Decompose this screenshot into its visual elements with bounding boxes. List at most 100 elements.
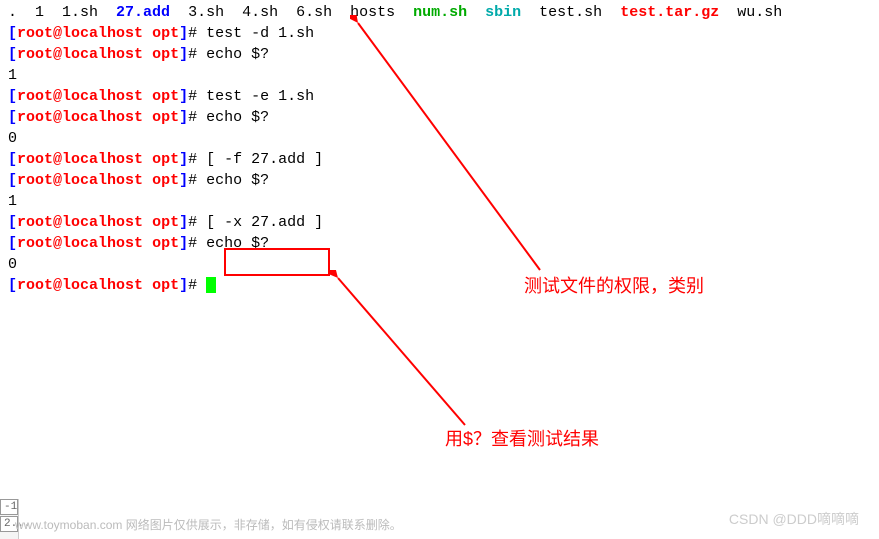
command-text: [ -f 27.add ]	[206, 151, 323, 168]
command-line: [root@localhost opt]# test -e 1.sh	[8, 86, 871, 107]
prompt-close: ]	[179, 151, 188, 168]
prompt-open: [	[8, 214, 17, 231]
output-line: 0	[8, 254, 871, 275]
prompt-open: [	[8, 235, 17, 252]
prompt-user: root	[17, 214, 53, 231]
prompt-open: [	[8, 25, 17, 42]
ls-item: test.sh	[521, 4, 620, 21]
ls-item: wu.sh	[719, 4, 782, 21]
prompt-host: localhost	[62, 214, 143, 231]
ls-item	[467, 4, 485, 21]
prompt-host: localhost	[62, 88, 143, 105]
prompt-at: @	[53, 214, 62, 231]
command-text: echo $?	[206, 46, 269, 63]
prompt-space	[143, 88, 152, 105]
output-text: 1	[8, 67, 17, 84]
prompt-close: ]	[179, 277, 188, 294]
command-text: echo $?	[206, 109, 269, 126]
command-line: [root@localhost opt]# echo $?	[8, 107, 871, 128]
prompt-user: root	[17, 151, 53, 168]
annotation-top: 测试文件的权限，类别	[524, 272, 704, 298]
command-text: test -e 1.sh	[206, 88, 314, 105]
ls-item: num.sh	[413, 4, 467, 21]
prompt-close: ]	[179, 46, 188, 63]
prompt-close: ]	[179, 25, 188, 42]
command-line: [root@localhost opt]# [ -x 27.add ]	[8, 212, 871, 233]
watermark-right: CSDN @DDD嘀嘀嘀	[729, 509, 859, 529]
command-line: [root@localhost opt]# echo $?	[8, 44, 871, 65]
prompt-hash: #	[188, 109, 206, 126]
prompt-space	[143, 151, 152, 168]
prompt-at: @	[53, 46, 62, 63]
prompt-hash: #	[188, 277, 206, 294]
command-line: [root@localhost opt]# [ -f 27.add ]	[8, 149, 871, 170]
prompt-at: @	[53, 235, 62, 252]
ls-item: 27.add	[116, 4, 170, 21]
prompt-host: localhost	[62, 109, 143, 126]
tab-1[interactable]: -1	[0, 499, 18, 515]
prompt-open: [	[8, 109, 17, 126]
prompt-path: opt	[152, 151, 179, 168]
prompt-hash: #	[188, 235, 206, 252]
prompt-hash: #	[188, 88, 206, 105]
prompt-space	[143, 277, 152, 294]
prompt-path: opt	[152, 277, 179, 294]
prompt-hash: #	[188, 151, 206, 168]
prompt-user: root	[17, 172, 53, 189]
prompt-host: localhost	[62, 172, 143, 189]
command-text: [ -x 27.add ]	[206, 214, 323, 231]
prompt-user: root	[17, 235, 53, 252]
prompt-space	[143, 235, 152, 252]
prompt-open: [	[8, 277, 17, 294]
prompt-close: ]	[179, 235, 188, 252]
prompt-hash: #	[188, 46, 206, 63]
prompt-hash: #	[188, 172, 206, 189]
prompt-hash: #	[188, 25, 206, 42]
prompt-open: [	[8, 88, 17, 105]
command-text: echo $?	[206, 235, 269, 252]
prompt-path: opt	[152, 172, 179, 189]
command-text: test -d 1.sh	[206, 25, 314, 42]
prompt-close: ]	[179, 88, 188, 105]
command-line: [root@localhost opt]#	[8, 275, 871, 296]
prompt-path: opt	[152, 46, 179, 63]
output-text: 0	[8, 256, 17, 273]
prompt-at: @	[53, 172, 62, 189]
output-line: 1	[8, 191, 871, 212]
prompt-path: opt	[152, 214, 179, 231]
command-line: [root@localhost opt]# echo $?	[8, 170, 871, 191]
prompt-host: localhost	[62, 277, 143, 294]
prompt-at: @	[53, 151, 62, 168]
annotation-bottom: 用$？查看测试结果	[445, 425, 599, 451]
prompt-space	[143, 46, 152, 63]
prompt-space	[143, 25, 152, 42]
ls-item: sbin	[485, 4, 521, 21]
prompt-at: @	[53, 109, 62, 126]
output-line: 1	[8, 65, 871, 86]
prompt-user: root	[17, 109, 53, 126]
output-text: 0	[8, 130, 17, 147]
prompt-host: localhost	[62, 46, 143, 63]
prompt-at: @	[53, 88, 62, 105]
prompt-open: [	[8, 46, 17, 63]
prompt-open: [	[8, 172, 17, 189]
prompt-space	[143, 109, 152, 126]
prompt-hash: #	[188, 214, 206, 231]
cursor[interactable]	[206, 277, 216, 293]
output-line: 0	[8, 128, 871, 149]
prompt-space	[143, 172, 152, 189]
prompt-space	[143, 214, 152, 231]
prompt-host: localhost	[62, 151, 143, 168]
prompt-open: [	[8, 151, 17, 168]
prompt-user: root	[17, 277, 53, 294]
watermark-left: www.toymoban.com 网络图片仅供展示，非存储，如有侵权请联系删除。	[15, 516, 402, 533]
ls-output-line: . 1 1.sh 27.add 3.sh 4.sh 6.sh hosts num…	[8, 2, 871, 23]
prompt-close: ]	[179, 214, 188, 231]
prompt-path: opt	[152, 25, 179, 42]
prompt-host: localhost	[62, 25, 143, 42]
prompt-host: localhost	[62, 235, 143, 252]
prompt-close: ]	[179, 109, 188, 126]
ls-item: 1 1.sh	[17, 4, 116, 21]
ls-item: .	[8, 4, 17, 21]
prompt-user: root	[17, 25, 53, 42]
